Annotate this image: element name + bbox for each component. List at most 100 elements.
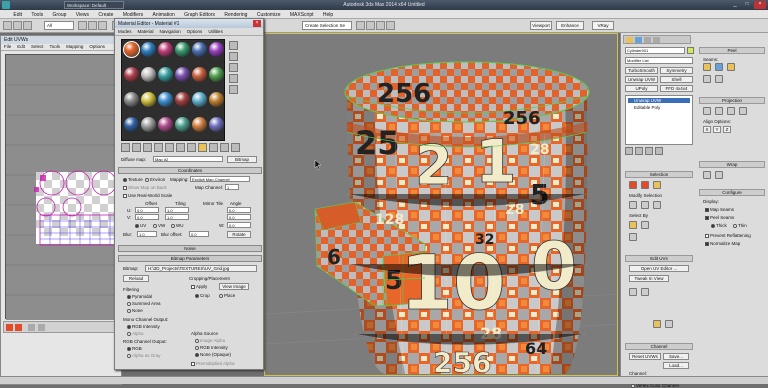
- unfold-strip-icon[interactable]: [715, 171, 723, 179]
- quick-align-icon[interactable]: [641, 288, 649, 296]
- sample-slot-sphere[interactable]: [192, 117, 207, 132]
- save-button[interactable]: Save...: [663, 353, 689, 360]
- background-icon[interactable]: [229, 63, 238, 72]
- sample-slot-sphere[interactable]: [124, 67, 139, 82]
- edit-uvs-rollout[interactable]: Edit UVs: [625, 255, 693, 262]
- uv-editor-canvas[interactable]: [5, 54, 122, 320]
- menu-group[interactable]: Group: [48, 10, 70, 19]
- reset-map-icon[interactable]: [143, 143, 152, 152]
- modify-tab-icon[interactable]: [635, 37, 642, 43]
- maximize-button[interactable]: □: [742, 1, 752, 9]
- offset-v-field[interactable]: 0.0: [135, 214, 159, 220]
- stack-item-unwrap-uvw[interactable]: Unwrap UVW: [628, 98, 690, 103]
- none-filter-radio[interactable]: None: [127, 308, 143, 313]
- sample-slot-sphere[interactable]: [175, 92, 190, 107]
- map-name-field[interactable]: Map #2: [153, 156, 223, 162]
- sample-slot-sphere[interactable]: [123, 41, 140, 58]
- enhance-button[interactable]: Enhance: [556, 21, 584, 30]
- map-seams-checkbox[interactable]: Map Seams: [705, 207, 734, 212]
- rect-select-icon[interactable]: [98, 21, 107, 30]
- put-to-library-icon[interactable]: [176, 143, 185, 152]
- blur-offset-field[interactable]: 0.0: [189, 231, 209, 237]
- align-y-button[interactable]: Y: [713, 126, 721, 133]
- object-color-swatch[interactable]: [687, 47, 694, 54]
- material-editor-close-button[interactable]: ×: [253, 20, 261, 27]
- mapping-dropdown[interactable]: Explicit Map Channel: [190, 176, 250, 182]
- viewport-button[interactable]: Viewport: [530, 21, 552, 30]
- sample-slot-sphere[interactable]: [158, 117, 173, 132]
- thick-radio[interactable]: Thick: [711, 223, 727, 228]
- angle-v-field[interactable]: 0.0: [227, 214, 251, 220]
- undo-icon[interactable]: [3, 21, 12, 30]
- sample-slot-sphere[interactable]: [158, 42, 173, 57]
- tiling-u-field[interactable]: 1.0: [165, 207, 189, 213]
- offset-u-field[interactable]: 0.0: [135, 207, 159, 213]
- edge-select-icon[interactable]: [641, 181, 649, 189]
- modifier-list-dropdown[interactable]: Modifier List: [625, 57, 693, 64]
- make-unique-icon[interactable]: [645, 147, 653, 155]
- noise-rollout[interactable]: Noise: [118, 245, 262, 252]
- stack-item-editable-poly[interactable]: Editable Poly: [628, 105, 660, 110]
- pyramidal-radio[interactable]: Pyramidal: [127, 294, 152, 299]
- summed-area-radio[interactable]: Summed Area: [127, 301, 161, 306]
- sample-slot-sphere[interactable]: [175, 42, 190, 57]
- apply-checkbox[interactable]: Apply: [191, 284, 207, 289]
- minimize-button[interactable]: _: [730, 1, 740, 9]
- point-to-point-seam-icon[interactable]: [715, 63, 723, 71]
- image-alpha-radio[interactable]: Image Alpha: [195, 338, 225, 343]
- graph-editor-icon[interactable]: [356, 21, 365, 30]
- rgb-intensity-alpha-radio[interactable]: RGB Intensity: [195, 345, 228, 350]
- angle-u-field[interactable]: 0.0: [227, 207, 251, 213]
- spherical-map-icon[interactable]: [727, 107, 735, 115]
- render-setup-icon[interactable]: [376, 21, 385, 30]
- named-selection-dropdown[interactable]: Create Selection Se: [302, 21, 352, 30]
- uvw-scale-icon[interactable]: [28, 324, 35, 331]
- close-button[interactable]: ×: [754, 1, 766, 9]
- texture-radio[interactable]: Texture: [123, 177, 143, 182]
- backlight-icon[interactable]: [229, 52, 238, 61]
- uvw-rotate-icon[interactable]: [15, 324, 22, 331]
- sample-slot-sphere[interactable]: [124, 92, 139, 107]
- ignore-backfacing-icon[interactable]: [641, 221, 649, 229]
- alpha-gray-radio[interactable]: Alpha as Gray: [127, 353, 161, 358]
- place-radio[interactable]: Place: [219, 293, 235, 298]
- assign-material-icon[interactable]: [132, 143, 141, 152]
- coordinates-rollout[interactable]: Coordinates: [118, 167, 262, 174]
- premultiplied-alpha-checkbox[interactable]: Premultiplied Alpha: [191, 361, 235, 366]
- sample-slot-sphere[interactable]: [192, 67, 207, 82]
- material-id-icon[interactable]: [187, 143, 196, 152]
- bitmap-path-button[interactable]: H:\3D_Projects\TEXTURES\UV_Grid.jpg: [145, 265, 257, 272]
- sample-slot-sphere[interactable]: [209, 117, 224, 132]
- uvw-freeform-icon[interactable]: [38, 324, 45, 331]
- sample-slot-sphere[interactable]: [175, 117, 190, 132]
- uvw-move-icon[interactable]: [6, 324, 13, 331]
- menu-views[interactable]: Views: [72, 10, 93, 19]
- cylindrical-map-icon[interactable]: [715, 107, 723, 115]
- video-color-check-icon[interactable]: [229, 85, 238, 94]
- wu-radio[interactable]: WU: [171, 223, 184, 228]
- projection-rollout[interactable]: Projection: [699, 97, 765, 104]
- sample-slot-sphere[interactable]: [209, 92, 224, 107]
- prevent-reflattening-checkbox[interactable]: Prevent Reflattening: [705, 233, 751, 238]
- uvw-menu-options[interactable]: Options: [86, 44, 108, 49]
- redo-icon[interactable]: [13, 21, 22, 30]
- ring-selection-icon[interactable]: [653, 201, 661, 209]
- environ-radio[interactable]: Environ: [145, 177, 165, 182]
- configure-rollout[interactable]: Configure: [699, 189, 765, 196]
- unique-icon[interactable]: [165, 143, 174, 152]
- object-name-field[interactable]: Cylinder001: [625, 47, 685, 54]
- material-editor-icon[interactable]: [366, 21, 375, 30]
- menu-tools[interactable]: Tools: [27, 10, 47, 19]
- sample-slot-sphere[interactable]: [141, 42, 156, 57]
- bitmap-params-rollout[interactable]: Bitmap Parameters: [118, 255, 262, 262]
- edge-loop-seam-icon[interactable]: [727, 63, 735, 71]
- copy-material-icon[interactable]: [154, 143, 163, 152]
- wrap-rollout[interactable]: Wrap: [699, 161, 765, 168]
- vertex-select-icon[interactable]: [629, 181, 637, 189]
- select-by-element-icon[interactable]: [629, 221, 637, 229]
- align-x-button[interactable]: X: [703, 126, 711, 133]
- sample-slot-sphere[interactable]: [158, 92, 173, 107]
- mat-menu-utilities[interactable]: Utilities: [205, 28, 226, 35]
- angle-w-field[interactable]: 0.0: [227, 222, 251, 228]
- reload-button[interactable]: Reload: [123, 275, 149, 282]
